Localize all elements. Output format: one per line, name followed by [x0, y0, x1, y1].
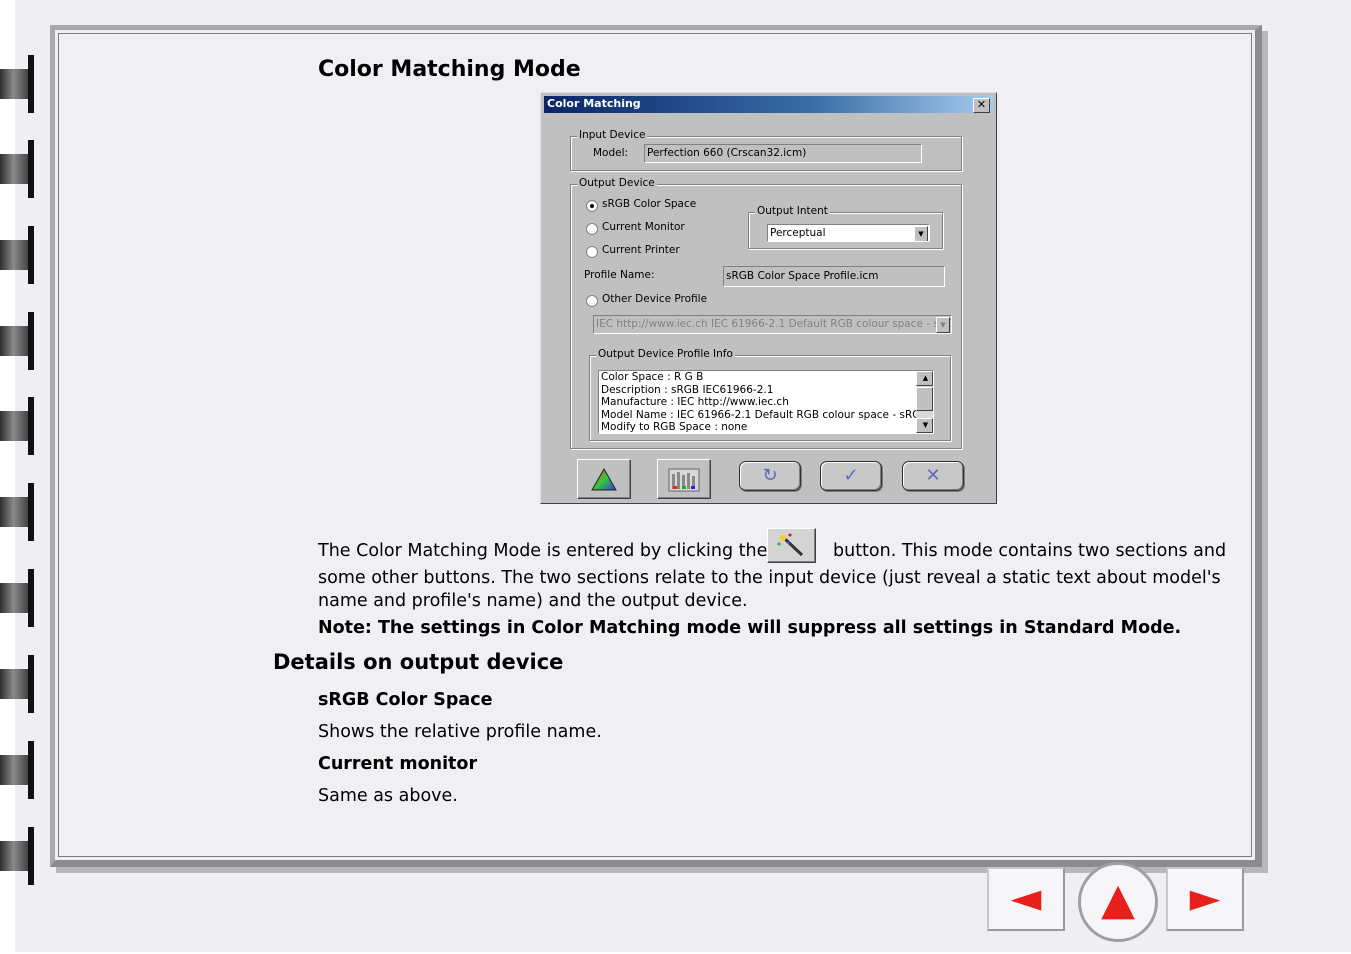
color-matching-mode-button	[767, 528, 816, 563]
input-device-group: Input Device Model: Perfection 660 (Crsc…	[570, 129, 962, 171]
binder-ring	[0, 827, 34, 885]
up-page-button[interactable]: ▲	[1078, 862, 1158, 942]
rgb-channels-button[interactable]	[657, 459, 711, 499]
profile-info-line: Modify to RGB Space : none	[601, 421, 748, 433]
binder-ring	[0, 312, 34, 370]
page-title: Color Matching Mode	[318, 57, 581, 82]
cancel-button[interactable]: ✕	[902, 461, 964, 491]
next-page-button[interactable]: ►	[1166, 867, 1244, 931]
profile-name-field: sRGB Color Space Profile.icm	[723, 266, 945, 287]
binder-ring	[0, 741, 34, 799]
model-field: Perfection 660 (Crscan32.icm)	[644, 144, 922, 163]
arrow-left-icon: ◄	[1010, 875, 1042, 921]
srgb-radio-label: sRGB Color Space	[602, 198, 697, 210]
close-icon[interactable]: ✕	[973, 98, 990, 113]
profile-info-line: Manufacture : IEC http://www.iec.ch	[601, 396, 789, 408]
printer-radio-label: Current Printer	[602, 244, 680, 256]
magic-wand-icon	[777, 533, 804, 557]
dialog-title: Color Matching	[547, 97, 641, 110]
dialog-title-bar: Color Matching ✕	[544, 96, 993, 113]
scroll-up-icon[interactable]: ▲	[916, 371, 933, 386]
intro-text-after: button. This mode contains two sections …	[833, 541, 1227, 561]
profile-info-list[interactable]: Color Space : R G B Description : sRGB I…	[598, 370, 934, 434]
binder-ring	[0, 569, 34, 627]
prev-page-button[interactable]: ◄	[987, 867, 1065, 931]
profile-info-line: Description : sRGB IEC61966-2.1	[601, 383, 774, 396]
srgb-radio[interactable]	[586, 200, 598, 212]
output-intent-value: Perceptual	[770, 227, 826, 239]
output-intent-label: Output Intent	[755, 205, 830, 217]
input-device-label: Input Device	[577, 129, 648, 141]
arrow-right-icon: ►	[1189, 875, 1221, 921]
color-triangle-icon	[591, 467, 617, 491]
chevron-down-icon[interactable]: ▼	[914, 226, 928, 241]
other-profile-radio-label: Other Device Profile	[602, 293, 708, 305]
intro-text-line3: name and profile's name) and the output …	[318, 591, 748, 611]
item-title-monitor: Current monitor	[318, 754, 478, 774]
output-device-label: Output Device	[577, 177, 657, 189]
profile-info-line: Color Space : R G B	[601, 371, 704, 383]
scroll-down-icon[interactable]: ▼	[916, 418, 933, 433]
binder-ring	[0, 140, 34, 198]
item-title-srgb: sRGB Color Space	[318, 690, 493, 710]
section-heading: Details on output device	[273, 650, 564, 674]
profile-info-line: Model Name : IEC 61966-2.1 Default RGB c…	[601, 408, 928, 421]
other-profile-value: IEC http://www.iec.ch IEC 61966-2.1 Defa…	[596, 318, 952, 330]
binder-ring	[0, 397, 34, 455]
note-text: Note: The settings in Color Matching mod…	[318, 618, 1182, 638]
profile-info-label: Output Device Profile Info	[596, 348, 735, 360]
intro-text-line2: some other buttons. The two sections rel…	[318, 568, 1221, 588]
other-profile-select[interactable]: IEC http://www.iec.ch IEC 61966-2.1 Defa…	[593, 315, 952, 334]
binder-ring	[0, 655, 34, 713]
output-intent-group: Output Intent Perceptual ▼	[748, 205, 943, 249]
arrow-up-icon: ▲	[1101, 874, 1135, 925]
intro-text-before: The Color Matching Mode is entered by cl…	[318, 541, 768, 561]
item-desc-srgb: Shows the relative profile name.	[318, 722, 602, 742]
profile-info-group: Output Device Profile Info Color Space :…	[589, 348, 951, 441]
printer-radio[interactable]	[586, 246, 598, 258]
model-label: Model:	[593, 147, 629, 159]
binder-ring	[0, 483, 34, 541]
binder-ring	[0, 55, 34, 113]
ok-button[interactable]: ✓	[820, 461, 882, 491]
scroll-thumb[interactable]	[916, 387, 933, 411]
item-desc-monitor: Same as above.	[318, 786, 458, 806]
output-device-group: Output Device sRGB Color Space Current M…	[570, 177, 962, 449]
color-space-button[interactable]	[577, 459, 631, 499]
color-matching-dialog: Color Matching ✕ Input Device Model: Per…	[540, 92, 997, 504]
binder-ring	[0, 226, 34, 284]
chevron-down-icon[interactable]: ▼	[936, 317, 950, 333]
monitor-radio[interactable]	[586, 223, 598, 235]
rgb-bars-icon	[668, 468, 700, 492]
profile-name-label: Profile Name:	[584, 269, 655, 281]
monitor-radio-label: Current Monitor	[602, 221, 685, 233]
scrollbar[interactable]: ▲ ▼	[916, 371, 933, 433]
reset-button[interactable]: ↻	[739, 461, 801, 491]
other-profile-radio[interactable]	[586, 295, 598, 307]
output-intent-select[interactable]: Perceptual ▼	[767, 224, 930, 242]
